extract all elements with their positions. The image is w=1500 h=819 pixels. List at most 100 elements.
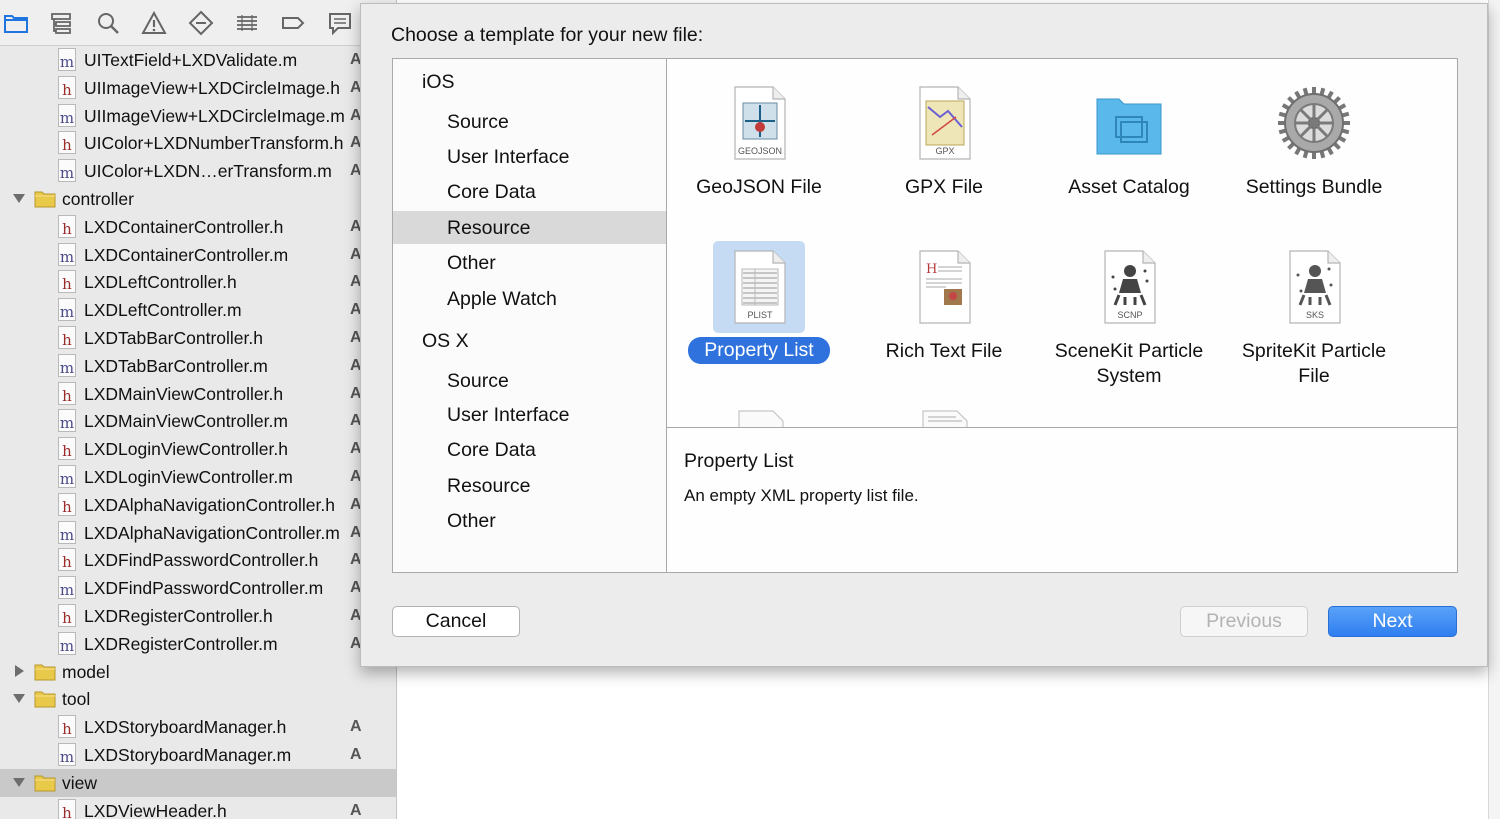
implementation-file-icon: m — [58, 103, 76, 127]
disclosure-down-icon[interactable] — [12, 191, 26, 205]
category-item[interactable]: Resource — [393, 469, 666, 502]
category-item[interactable]: Other — [393, 504, 666, 537]
disclosure-down-icon[interactable] — [12, 775, 26, 789]
header-file-icon: h — [58, 381, 76, 405]
test-icon[interactable] — [187, 9, 215, 37]
previous-button[interactable]: Previous — [1180, 606, 1308, 637]
file-name: LXDLeftController.h — [84, 272, 237, 293]
template-item[interactable]: SKS SpriteKit Particle File — [1224, 233, 1404, 393]
file-row[interactable]: h LXDContainerController.h A — [0, 213, 396, 241]
template-label: Property List — [679, 337, 839, 364]
implementation-file-icon: m — [58, 159, 76, 183]
template-label-text: GeoJSON File — [696, 176, 822, 198]
template-label-text: Property List — [688, 337, 830, 364]
report-icon[interactable] — [326, 9, 354, 37]
file-type-letter: m — [59, 53, 75, 71]
svg-text:H: H — [926, 262, 937, 277]
file-row[interactable]: m LXDLeftController.m A — [0, 296, 396, 324]
group-row[interactable]: controller — [0, 185, 396, 213]
file-type-letter: m — [59, 748, 75, 766]
category-item[interactable]: Source — [393, 364, 666, 397]
disclosure-right-icon[interactable] — [12, 664, 26, 678]
file-row[interactable]: m LXDMainViewController.m A — [0, 407, 396, 435]
file-row[interactable]: m LXDFindPasswordController.m A — [0, 574, 396, 602]
file-row[interactable]: m LXDAlphaNavigationController.m A — [0, 519, 396, 547]
svg-text:GPX: GPX — [935, 146, 954, 156]
implementation-file-icon: m — [58, 631, 76, 655]
category-label: Source — [447, 111, 509, 133]
file-name: LXDLoginViewController.h — [84, 439, 288, 460]
file-row[interactable]: m LXDRegisterController.m A — [0, 630, 396, 658]
file-row[interactable]: h LXDRegisterController.h A — [0, 602, 396, 630]
file-row[interactable]: m UIColor+LXDN…erTransform.m A — [0, 157, 396, 185]
category-item[interactable]: User Interface — [393, 140, 666, 173]
category-item[interactable]: Other — [393, 246, 666, 279]
category-label: iOS — [422, 71, 455, 93]
file-row[interactable]: m UIImageView+LXDCircleImage.m A — [0, 102, 396, 130]
template-label-text: Asset Catalog — [1068, 176, 1190, 198]
warning-icon[interactable] — [140, 9, 168, 37]
template-label-text: Rich Text File — [885, 340, 1003, 362]
folder-icon[interactable] — [2, 9, 30, 37]
template-item[interactable]: GEOJSON GeoJSON File — [669, 69, 849, 229]
file-row[interactable]: m LXDTabBarController.m A — [0, 352, 396, 380]
file-row[interactable]: h LXDMainViewController.h A — [0, 380, 396, 408]
file-row[interactable]: h LXDLoginViewController.h A — [0, 435, 396, 463]
header-file-icon: h — [58, 214, 76, 238]
category-label: OS X — [422, 330, 469, 352]
file-row[interactable]: m LXDLoginViewController.m A — [0, 463, 396, 491]
template-item[interactable]: Asset Catalog — [1039, 69, 1219, 229]
group-row[interactable]: view — [0, 768, 396, 797]
file-row[interactable]: h UIColor+LXDNumberTransform.h A — [0, 129, 396, 157]
file-row[interactable]: m LXDContainerController.m A — [0, 241, 396, 269]
file-row[interactable]: h LXDViewHeader.h A — [0, 797, 396, 819]
header-file-icon: h — [58, 75, 76, 99]
group-name: tool — [62, 689, 91, 710]
debug-icon[interactable] — [233, 9, 261, 37]
file-row[interactable]: h LXDTabBarController.h A — [0, 324, 396, 352]
file-row[interactable]: m LXDStoryboardManager.m A — [0, 741, 396, 769]
file-row[interactable]: m UITextField+LXDValidate.m A — [0, 46, 396, 74]
description-pane: Property List An empty XML property list… — [666, 427, 1458, 573]
file-row[interactable]: h LXDLeftController.h A — [0, 268, 396, 296]
file-type-letter: h — [62, 136, 72, 155]
file-row[interactable]: h LXDAlphaNavigationController.h A — [0, 491, 396, 519]
file-row[interactable]: h UIImageView+LXDCircleImage.h A — [0, 74, 396, 102]
cancel-button[interactable]: Cancel — [392, 606, 520, 637]
template-item[interactable]: GPX GPX File — [854, 69, 1034, 229]
category-item[interactable]: User Interface — [393, 398, 666, 431]
category-item[interactable]: Core Data — [393, 175, 666, 208]
group-folder-icon — [34, 773, 56, 792]
scm-status-badge: A — [350, 718, 362, 736]
disclosure-down-icon[interactable] — [12, 691, 26, 705]
search-icon[interactable] — [94, 9, 122, 37]
file-type-letter: m — [59, 470, 75, 488]
breakpoint-icon[interactable] — [279, 9, 307, 37]
group-name: model — [62, 661, 110, 682]
hierarchy-icon[interactable] — [48, 9, 76, 37]
file-name: UIImageView+LXDCircleImage.h — [84, 77, 340, 98]
spritekit-particle-icon: SKS — [1268, 241, 1360, 333]
category-item[interactable]: Source — [393, 105, 666, 138]
category-item[interactable]: Resource — [393, 211, 666, 244]
template-item[interactable]: SCNP SceneKit Particle System — [1039, 233, 1219, 393]
group-row[interactable]: tool — [0, 685, 396, 713]
file-row[interactable]: h LXDFindPasswordController.h A — [0, 546, 396, 574]
category-label: User Interface — [447, 146, 570, 168]
template-item[interactable]: H Rich Text File — [854, 233, 1034, 393]
file-type-letter: m — [59, 581, 75, 600]
group-row[interactable]: model — [0, 658, 396, 686]
file-type-letter: h — [62, 553, 72, 572]
template-item[interactable]: PLIST Property List — [669, 233, 849, 393]
gpx-file-icon: GPX — [898, 77, 990, 169]
header-file-icon: h — [58, 715, 76, 739]
file-type-letter: h — [62, 331, 72, 349]
file-name: UIImageView+LXDCircleImage.m — [84, 105, 345, 126]
file-row[interactable]: h LXDStoryboardManager.h A — [0, 713, 396, 741]
template-item[interactable]: Settings Bundle — [1224, 69, 1404, 229]
category-item[interactable]: Core Data — [393, 433, 666, 466]
description-title: Property List — [684, 450, 794, 472]
category-item[interactable]: Apple Watch — [393, 282, 666, 315]
next-button[interactable]: Next — [1328, 606, 1457, 637]
platform-heading: iOS — [393, 65, 666, 98]
